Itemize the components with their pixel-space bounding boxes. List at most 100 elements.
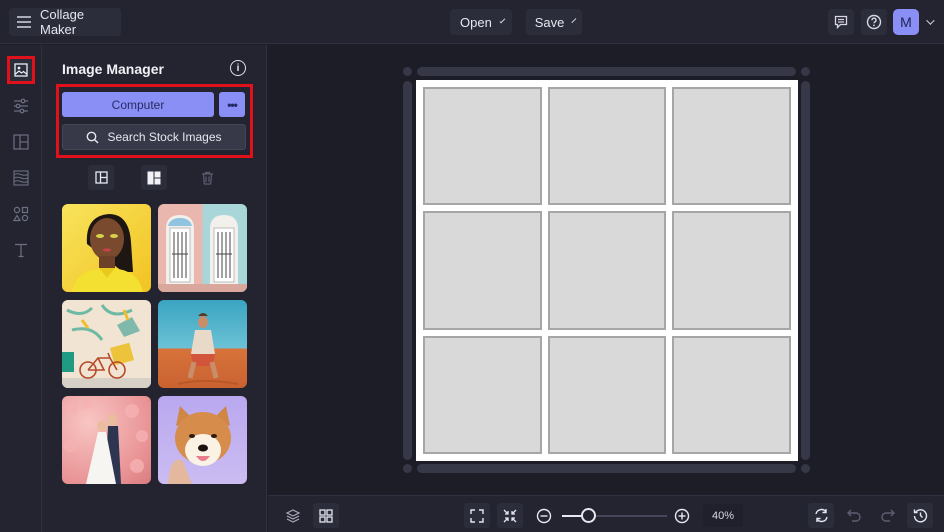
- fit-screen-icon: [470, 508, 484, 523]
- resize-handle[interactable]: [801, 464, 810, 473]
- collage-cell[interactable]: [547, 335, 667, 454]
- image-thumbnail[interactable]: [62, 396, 151, 484]
- delete-images-button[interactable]: [194, 165, 220, 190]
- canvas-workspace: [268, 45, 944, 495]
- feedback-button[interactable]: [828, 9, 854, 35]
- rail-item-backgrounds[interactable]: [7, 164, 35, 192]
- resize-handle[interactable]: [403, 67, 412, 76]
- rail-item-layouts[interactable]: [7, 128, 35, 156]
- chevron-down-icon: [571, 18, 577, 24]
- open-menu-button[interactable]: Open: [450, 9, 512, 35]
- more-dots-icon: •••: [227, 97, 238, 112]
- avatar-initial: M: [900, 14, 912, 30]
- hamburger-menu-icon: [17, 16, 31, 28]
- rail-item-graphics[interactable]: [7, 200, 35, 228]
- add-to-layout-button[interactable]: [88, 165, 114, 190]
- upload-from-computer-button[interactable]: Computer: [62, 92, 214, 117]
- zoom-slider-knob[interactable]: [581, 508, 597, 523]
- shapes-icon: [13, 206, 29, 222]
- resize-handle[interactable]: [403, 464, 412, 473]
- search-label: Search Stock Images: [107, 130, 222, 144]
- collage-cell[interactable]: [547, 87, 667, 206]
- desert-man-photo: [177, 313, 239, 385]
- layers-button[interactable]: [280, 503, 306, 528]
- collage-cell[interactable]: [672, 211, 791, 330]
- app-menu-button[interactable]: Collage Maker: [9, 7, 121, 37]
- layout-icon: [13, 134, 29, 150]
- refresh-icon: [814, 508, 829, 523]
- image-manager-panel: Image Manager i Computer ••• Search Stoc…: [42, 45, 267, 532]
- left-resize-bar[interactable]: [403, 81, 412, 460]
- image-thumbnail[interactable]: [158, 396, 247, 484]
- save-menu-button[interactable]: Save: [526, 9, 582, 35]
- sliders-icon: [13, 98, 29, 114]
- text-icon: [13, 242, 29, 258]
- layers-icon: [285, 508, 301, 524]
- zoom-in-button[interactable]: [669, 503, 695, 528]
- history-button[interactable]: [907, 503, 933, 528]
- grid-icon: [319, 508, 333, 523]
- more-options-button[interactable]: •••: [219, 92, 245, 117]
- redo-button[interactable]: [874, 503, 900, 528]
- rail-item-text[interactable]: [7, 236, 35, 264]
- image-thumbnail[interactable]: [62, 204, 151, 292]
- computer-label: Computer: [111, 97, 165, 112]
- trash-icon: [201, 171, 214, 185]
- rail-item-image-manager[interactable]: [7, 56, 35, 84]
- feedback-icon: [834, 15, 848, 29]
- avatar[interactable]: M: [893, 9, 919, 35]
- portrait-photo: [72, 214, 143, 292]
- redo-icon: [880, 509, 895, 522]
- search-stock-images-button[interactable]: Search Stock Images: [62, 124, 246, 150]
- image-thumbnail[interactable]: [158, 300, 247, 388]
- image-thumbnail-grid: [62, 204, 247, 484]
- fill-layout-button[interactable]: [141, 165, 167, 190]
- chevron-down-icon: [499, 17, 506, 24]
- zoom-out-button[interactable]: [531, 503, 557, 528]
- shrink-icon: [503, 509, 517, 523]
- help-button[interactable]: [861, 9, 887, 35]
- search-icon: [86, 131, 99, 144]
- help-icon: [866, 14, 882, 30]
- layout-fill-icon: [147, 171, 161, 185]
- bicycle-mural-photo: [62, 304, 151, 388]
- bottom-toolbar: 40%: [268, 495, 944, 532]
- texture-icon: [13, 170, 29, 186]
- bottom-resize-bar[interactable]: [417, 464, 796, 473]
- top-resize-bar[interactable]: [417, 67, 796, 76]
- collage-cell[interactable]: [547, 211, 667, 330]
- top-bar: Collage Maker Open Save M: [0, 0, 944, 44]
- collage-canvas[interactable]: [416, 80, 798, 461]
- resize-handle[interactable]: [801, 67, 810, 76]
- layout-add-icon: [94, 171, 108, 184]
- collage-cell[interactable]: [672, 87, 791, 206]
- collage-cell[interactable]: [423, 335, 542, 454]
- doors-photo: [158, 215, 247, 292]
- image-icon: [14, 63, 28, 77]
- collage-cell[interactable]: [423, 211, 542, 330]
- undo-button[interactable]: [841, 503, 867, 528]
- zoom-level-input[interactable]: 40%: [703, 504, 743, 527]
- save-label: Save: [534, 14, 565, 30]
- image-thumbnail[interactable]: [158, 204, 247, 292]
- refresh-button[interactable]: [808, 503, 834, 528]
- undo-icon: [846, 509, 862, 522]
- right-resize-bar[interactable]: [801, 81, 810, 460]
- collage-cell[interactable]: [672, 335, 791, 454]
- shrink-button[interactable]: [497, 503, 523, 528]
- tool-rail: [0, 45, 42, 532]
- collage-cell[interactable]: [423, 87, 542, 206]
- open-label: Open: [460, 14, 492, 30]
- zoom-out-icon: [536, 508, 552, 524]
- info-icon[interactable]: i: [230, 60, 246, 76]
- wedding-couple-photo: [64, 399, 148, 484]
- panel-title: Image Manager: [62, 61, 164, 77]
- image-thumbnail[interactable]: [62, 300, 151, 388]
- rail-item-adjustments[interactable]: [7, 92, 35, 120]
- zoom-level-value: 40%: [711, 509, 735, 522]
- fit-to-screen-button[interactable]: [464, 503, 490, 528]
- zoom-slider[interactable]: [562, 508, 667, 523]
- zoom-in-icon: [674, 508, 690, 524]
- account-chevron-down-icon[interactable]: [926, 16, 935, 25]
- grid-view-button[interactable]: [313, 503, 339, 528]
